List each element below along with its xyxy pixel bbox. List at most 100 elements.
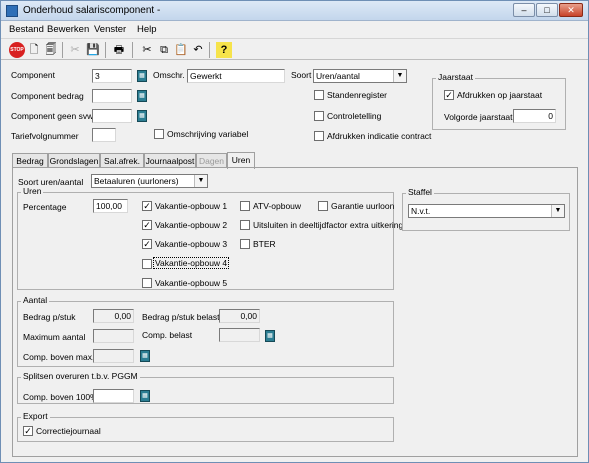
percentage-input[interactable]: 100,00 bbox=[93, 199, 128, 213]
maximum-aantal-input[interactable] bbox=[93, 329, 134, 343]
bedrag-pstuk-belast-input[interactable]: 0,00 bbox=[219, 309, 260, 323]
atv-opbouw-checkbox[interactable] bbox=[240, 201, 250, 211]
vakantie-opbouw-1-checkbox[interactable]: ✓ bbox=[142, 201, 152, 211]
new-document-icon[interactable]: 🗋 bbox=[26, 42, 42, 58]
tab-bedrag[interactable]: Bedrag bbox=[12, 153, 48, 168]
omschr-label: Omschr. bbox=[153, 70, 185, 80]
window: Onderhoud salariscomponent - – □ ✕ Besta… bbox=[0, 0, 589, 463]
garantie-uurloon-label: Garantie uurloon bbox=[331, 201, 395, 211]
print-icon[interactable]: 🖶 bbox=[111, 42, 127, 58]
vakantie-opbouw-4-label: Vakantie-opbouw 4 bbox=[153, 257, 230, 269]
vakantie-opbouw-3-checkbox[interactable]: ✓ bbox=[142, 239, 152, 249]
component-geen-svw-lookup-icon[interactable]: ▦ bbox=[137, 110, 147, 122]
splitsen-title: Splitsen overuren t.b.v. PGGM bbox=[21, 371, 140, 381]
maximize-button[interactable]: □ bbox=[536, 3, 558, 17]
menu-venster[interactable]: Venster bbox=[94, 24, 126, 35]
help-icon[interactable]: ? bbox=[216, 42, 232, 58]
correctiejournaal-label: Correctiejournaal bbox=[36, 426, 101, 436]
delete-icon[interactable]: ✂ bbox=[67, 42, 83, 58]
volgorde-jaarstaat-label: Volgorde jaarstaat bbox=[444, 112, 513, 122]
tariefvolgnummer-label: Tariefvolgnummer bbox=[11, 131, 79, 141]
save-icon[interactable]: 💾 bbox=[85, 42, 101, 58]
vakantie-opbouw-5-checkbox[interactable] bbox=[142, 278, 152, 288]
bter-label: BTER bbox=[253, 239, 276, 249]
menu-help[interactable]: Help bbox=[137, 24, 157, 35]
copy-document-icon[interactable]: 🗐 bbox=[43, 42, 59, 58]
soort-uren-select[interactable]: Betaaluren (uurloners) ▼ bbox=[91, 174, 208, 188]
title-bar: Onderhoud salariscomponent - – □ ✕ bbox=[1, 1, 588, 21]
volgorde-jaarstaat-input[interactable]: 0 bbox=[513, 109, 556, 123]
tariefvolgnummer-input[interactable] bbox=[92, 128, 116, 142]
chevron-down-icon[interactable]: ▼ bbox=[551, 205, 564, 217]
bedrag-pstuk-input[interactable]: 0,00 bbox=[93, 309, 134, 323]
minimize-button[interactable]: – bbox=[513, 3, 535, 17]
tab-journaalpost[interactable]: Journaalpost bbox=[144, 153, 196, 168]
undo-icon[interactable]: ↶ bbox=[190, 42, 206, 58]
cut-icon[interactable]: ✂ bbox=[139, 42, 155, 58]
component-input[interactable]: 3 bbox=[92, 69, 132, 83]
afdrukken-jaarstaat-label: Afdrukken op jaarstaat bbox=[457, 90, 543, 100]
tab-dagen[interactable]: Dagen bbox=[196, 153, 227, 168]
comp-boven-100-input[interactable] bbox=[93, 389, 134, 403]
garantie-uurloon-checkbox[interactable] bbox=[318, 201, 328, 211]
aantal-title: Aantal bbox=[21, 295, 50, 305]
chevron-down-icon[interactable]: ▼ bbox=[393, 70, 406, 82]
standenregister-label: Standenregister bbox=[327, 90, 388, 100]
correctiejournaal-checkbox[interactable]: ✓ bbox=[23, 426, 33, 436]
comp-belast-label: Comp. belast bbox=[142, 330, 193, 340]
comp-boven-max-input[interactable] bbox=[93, 349, 134, 363]
vakantie-opbouw-1-label: Vakantie-opbouw 1 bbox=[155, 201, 228, 211]
chevron-down-icon[interactable]: ▼ bbox=[194, 175, 207, 187]
vakantie-opbouw-4-checkbox[interactable] bbox=[142, 259, 152, 269]
afdrukken-indicatie-checkbox[interactable] bbox=[314, 131, 324, 141]
jaarstaat-title: Jaarstaat bbox=[436, 72, 475, 82]
stop-icon[interactable]: STOP bbox=[9, 42, 25, 58]
uitsluiten-label: Uitsluiten in deeltijdfactor extra uitke… bbox=[253, 220, 404, 230]
vakantie-opbouw-3-label: Vakantie-opbouw 3 bbox=[155, 239, 228, 249]
maximum-aantal-label: Maximum aantal bbox=[23, 332, 86, 342]
vakantie-opbouw-2-label: Vakantie-opbouw 2 bbox=[155, 220, 228, 230]
component-geen-svw-input[interactable] bbox=[92, 109, 132, 123]
vakantie-opbouw-2-checkbox[interactable]: ✓ bbox=[142, 220, 152, 230]
omschr-input[interactable]: Gewerkt bbox=[187, 69, 285, 83]
soort-select-value: Uren/aantal bbox=[316, 71, 360, 81]
uitsluiten-checkbox[interactable] bbox=[240, 220, 250, 230]
copy-icon[interactable]: ⧉ bbox=[156, 42, 172, 58]
omschrijving-variabel-checkbox[interactable] bbox=[154, 129, 164, 139]
controletelling-label: Controletelling bbox=[327, 111, 382, 121]
bedrag-pstuk-label: Bedrag p/stuk bbox=[23, 312, 76, 322]
comp-boven-max-lookup-icon[interactable]: ▦ bbox=[140, 350, 150, 362]
comp-boven-100-lookup-icon[interactable]: ▦ bbox=[140, 390, 150, 402]
toolbar: STOP 🗋 🗐 ✂ 💾 🖶 ✂ ⧉ 📋 ↶ ? bbox=[1, 38, 588, 60]
toolbar-separator bbox=[105, 42, 106, 58]
comp-belast-input[interactable] bbox=[219, 328, 260, 342]
bedrag-pstuk-belast-label: Bedrag p/stuk belast bbox=[142, 312, 220, 322]
comp-boven-100-label: Comp. boven 100% bbox=[23, 392, 98, 402]
component-geen-svw-label: Component geen svw bbox=[11, 111, 94, 121]
tab-grondslagen[interactable]: Grondslagen bbox=[48, 153, 100, 168]
menu-bar: Bestand Bewerken Venster Help bbox=[1, 22, 588, 38]
omschrijving-variabel-label: Omschrijving variabel bbox=[167, 129, 249, 139]
afdrukken-jaarstaat-checkbox[interactable]: ✓ bbox=[444, 90, 454, 100]
standenregister-checkbox[interactable] bbox=[314, 90, 324, 100]
paste-icon[interactable]: 📋 bbox=[173, 42, 189, 58]
soort-select[interactable]: Uren/aantal ▼ bbox=[313, 69, 407, 83]
atv-opbouw-label: ATV-opbouw bbox=[253, 201, 302, 211]
uren-group-title: Uren bbox=[21, 186, 44, 196]
menu-bestand[interactable]: Bestand bbox=[9, 24, 44, 35]
bter-checkbox[interactable] bbox=[240, 239, 250, 249]
component-lookup-icon[interactable]: ▦ bbox=[137, 70, 147, 82]
toolbar-separator bbox=[62, 42, 63, 58]
component-bedrag-lookup-icon[interactable]: ▦ bbox=[137, 90, 147, 102]
soort-label: Soort bbox=[291, 70, 312, 80]
toolbar-separator bbox=[209, 42, 210, 58]
component-bedrag-input[interactable] bbox=[92, 89, 132, 103]
export-title: Export bbox=[21, 411, 50, 421]
tab-salafrek[interactable]: Sal.afrek. bbox=[100, 153, 144, 168]
staffel-select[interactable]: N.v.t. ▼ bbox=[408, 204, 565, 218]
menu-bewerken[interactable]: Bewerken bbox=[47, 24, 89, 35]
close-button[interactable]: ✕ bbox=[559, 3, 583, 17]
comp-belast-lookup-icon[interactable]: ▦ bbox=[265, 330, 275, 342]
staffel-title: Staffel bbox=[406, 187, 434, 197]
controletelling-checkbox[interactable] bbox=[314, 111, 324, 121]
